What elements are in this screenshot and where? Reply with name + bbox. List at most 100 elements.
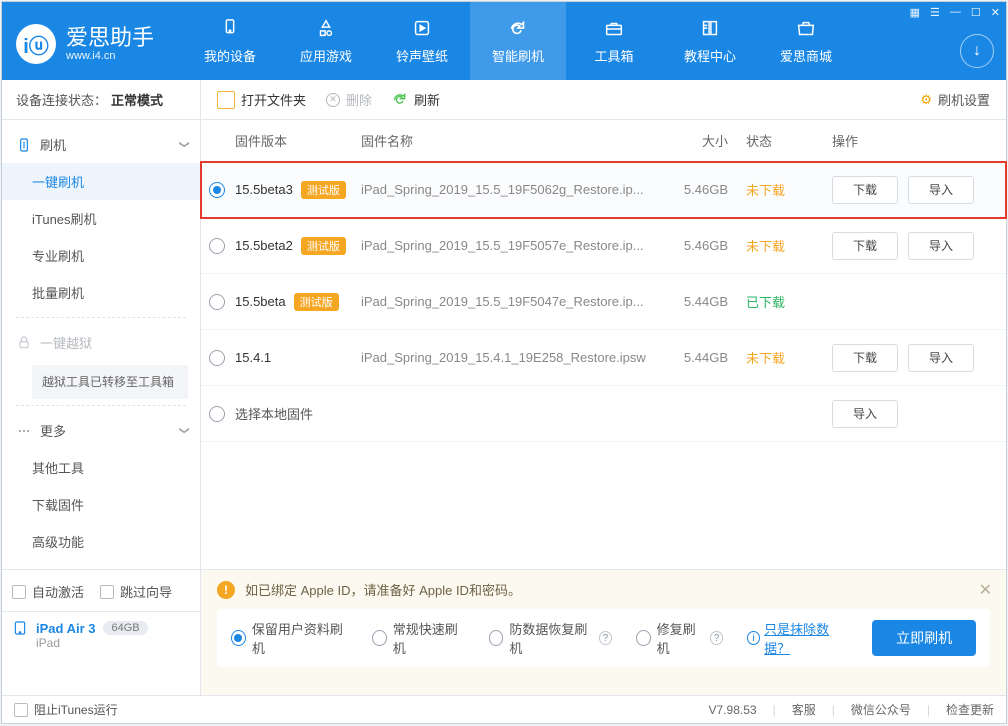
- sidebar-other-tools[interactable]: 其他工具: [2, 449, 200, 486]
- firmware-version: 15.4.1: [235, 350, 361, 365]
- table-header: 固件版本 固件名称 大小 状态 操作: [201, 120, 1006, 162]
- auto-activate-checkbox[interactable]: 自动激活: [12, 582, 84, 601]
- flash-settings-button[interactable]: ⚙ 刷机设置: [920, 90, 990, 109]
- firmware-row[interactable]: 15.5beta2测试版iPad_Spring_2019_15.5_19F505…: [201, 218, 1006, 274]
- brand-url: www.i4.cn: [66, 50, 154, 63]
- book-icon: [699, 18, 721, 40]
- firmware-row[interactable]: 选择本地固件导入: [201, 386, 1006, 442]
- header-status: 状态: [746, 131, 826, 150]
- notice-close-button[interactable]: ✕: [979, 580, 992, 600]
- flash-options: 保留用户资料刷机 常规快速刷机 防数据恢复刷机? 修复刷机? i只是抹除数据？ …: [217, 609, 990, 667]
- firmware-status: 未下载: [746, 348, 826, 367]
- sidebar-download-firmware[interactable]: 下载固件: [2, 486, 200, 523]
- wechat-link[interactable]: 微信公众号: [851, 701, 911, 718]
- row-radio[interactable]: [209, 182, 225, 198]
- firmware-status: 未下载: [746, 180, 826, 199]
- block-itunes-checkbox[interactable]: 阻止iTunes运行: [14, 701, 118, 718]
- firmware-name: iPad_Spring_2019_15.5_19F5047e_Restore.i…: [361, 294, 660, 309]
- import-button[interactable]: 导入: [908, 232, 974, 260]
- more-icon: [16, 423, 32, 439]
- nav-my-device[interactable]: 我的设备: [182, 2, 278, 80]
- firmware-version: 15.5beta2测试版: [235, 237, 361, 255]
- sidebar-advanced[interactable]: 高级功能: [2, 523, 200, 560]
- sidebar-separator: [16, 317, 186, 318]
- opt-normal[interactable]: 常规快速刷机: [372, 619, 465, 657]
- nav-tutorials[interactable]: 教程中心: [662, 2, 758, 80]
- download-button[interactable]: 下载: [832, 232, 898, 260]
- update-button[interactable]: ↓: [960, 34, 994, 68]
- erase-only-link[interactable]: 只是抹除数据？: [764, 619, 848, 657]
- connected-device[interactable]: iPad Air 3 64GB: [12, 620, 190, 636]
- opt-antirecover[interactable]: 防数据恢复刷机?: [489, 619, 612, 657]
- refresh-icon: [507, 18, 529, 40]
- sidebar-flash-root[interactable]: 刷机 ❯: [2, 126, 200, 163]
- bottom-panel: 自动激活 跳过向导 iPad Air 3 64GB iPad ! 如已绑定 Ap…: [2, 569, 1006, 695]
- gear-icon: ⚙: [920, 92, 932, 108]
- menu-icon[interactable]: ☰: [930, 6, 940, 19]
- help-icon[interactable]: ?: [710, 631, 723, 645]
- device-capacity: 64GB: [103, 621, 147, 635]
- firmware-size: 5.46GB: [660, 238, 746, 253]
- help-icon[interactable]: ?: [599, 631, 612, 645]
- minimize-icon[interactable]: —: [950, 6, 961, 19]
- device-type: iPad: [12, 636, 190, 650]
- folder-icon: [217, 91, 235, 109]
- maximize-icon[interactable]: ☐: [971, 6, 981, 19]
- download-button[interactable]: 下载: [832, 176, 898, 204]
- open-folder-button[interactable]: 打开文件夹: [217, 90, 306, 109]
- flash-now-button[interactable]: 立即刷机: [872, 620, 976, 656]
- skip-guide-checkbox[interactable]: 跳过向导: [100, 582, 172, 601]
- firmware-version: 15.5beta3测试版: [235, 181, 361, 199]
- firmware-row[interactable]: 15.5beta测试版iPad_Spring_2019_15.5_19F5047…: [201, 274, 1006, 330]
- beta-badge: 测试版: [294, 293, 339, 311]
- firmware-row[interactable]: 15.5beta3测试版iPad_Spring_2019_15.5_19F506…: [201, 162, 1006, 218]
- sidebar-itunes-flash[interactable]: iTunes刷机: [2, 200, 200, 237]
- import-button[interactable]: 导入: [908, 344, 974, 372]
- row-radio[interactable]: [209, 350, 225, 366]
- row-radio[interactable]: [209, 238, 225, 254]
- delete-icon: ✕: [326, 93, 340, 107]
- grid-icon[interactable]: ▦: [910, 6, 920, 19]
- sidebar-more[interactable]: 更多 ❯: [2, 412, 200, 449]
- store-icon: [795, 18, 817, 40]
- import-button[interactable]: 导入: [832, 400, 898, 428]
- download-icon: ↓: [973, 42, 981, 60]
- warning-icon: !: [217, 581, 235, 599]
- sidebar: 刷机 ❯ 一键刷机 iTunes刷机 专业刷机 批量刷机 一键越狱 越狱工具已转…: [2, 120, 201, 569]
- check-update-link[interactable]: 检查更新: [946, 701, 994, 718]
- opt-keep-data[interactable]: 保留用户资料刷机: [231, 619, 348, 657]
- sidebar-jailbreak[interactable]: 一键越狱: [2, 324, 200, 361]
- opt-repair[interactable]: 修复刷机?: [636, 619, 723, 657]
- header-ops: 操作: [826, 131, 998, 150]
- firmware-row[interactable]: 15.4.1iPad_Spring_2019_15.4.1_19E258_Res…: [201, 330, 1006, 386]
- info-icon[interactable]: i: [747, 631, 760, 645]
- import-button[interactable]: 导入: [908, 176, 974, 204]
- refresh-button[interactable]: 刷新: [392, 90, 440, 109]
- nav-apps[interactable]: 应用游戏: [278, 2, 374, 80]
- chevron-down-icon: ❯: [178, 140, 189, 148]
- firmware-size: 5.44GB: [660, 350, 746, 365]
- firmware-status: 未下载: [746, 236, 826, 255]
- apps-icon: [315, 18, 337, 40]
- appleid-notice: ! 如已绑定 Apple ID，请准备好 Apple ID和密码。: [217, 580, 990, 599]
- download-button[interactable]: 下载: [832, 344, 898, 372]
- device-connection-state: 设备连接状态： 正常模式: [2, 80, 201, 119]
- nav-toolbox[interactable]: 工具箱: [566, 2, 662, 80]
- beta-badge: 测试版: [301, 237, 346, 255]
- sidebar-pro-flash[interactable]: 专业刷机: [2, 237, 200, 274]
- nav-store[interactable]: 爱思商城: [758, 2, 854, 80]
- close-icon[interactable]: ✕: [991, 6, 1000, 19]
- header-size: 大小: [660, 131, 746, 150]
- sidebar-batch-flash[interactable]: 批量刷机: [2, 274, 200, 311]
- statusbar: 阻止iTunes运行 V7.98.53 | 客服 | 微信公众号 | 检查更新: [2, 695, 1006, 723]
- flash-icon: [16, 137, 32, 153]
- header-version: 固件版本: [235, 131, 361, 150]
- row-radio[interactable]: [209, 294, 225, 310]
- sidebar-onekey-flash[interactable]: 一键刷机: [2, 163, 200, 200]
- nav-flash[interactable]: 智能刷机: [470, 2, 566, 80]
- customer-service-link[interactable]: 客服: [792, 701, 816, 718]
- row-radio[interactable]: [209, 406, 225, 422]
- delete-button[interactable]: ✕ 删除: [326, 90, 372, 109]
- nav-ringtones[interactable]: 铃声壁纸: [374, 2, 470, 80]
- media-icon: [411, 18, 433, 40]
